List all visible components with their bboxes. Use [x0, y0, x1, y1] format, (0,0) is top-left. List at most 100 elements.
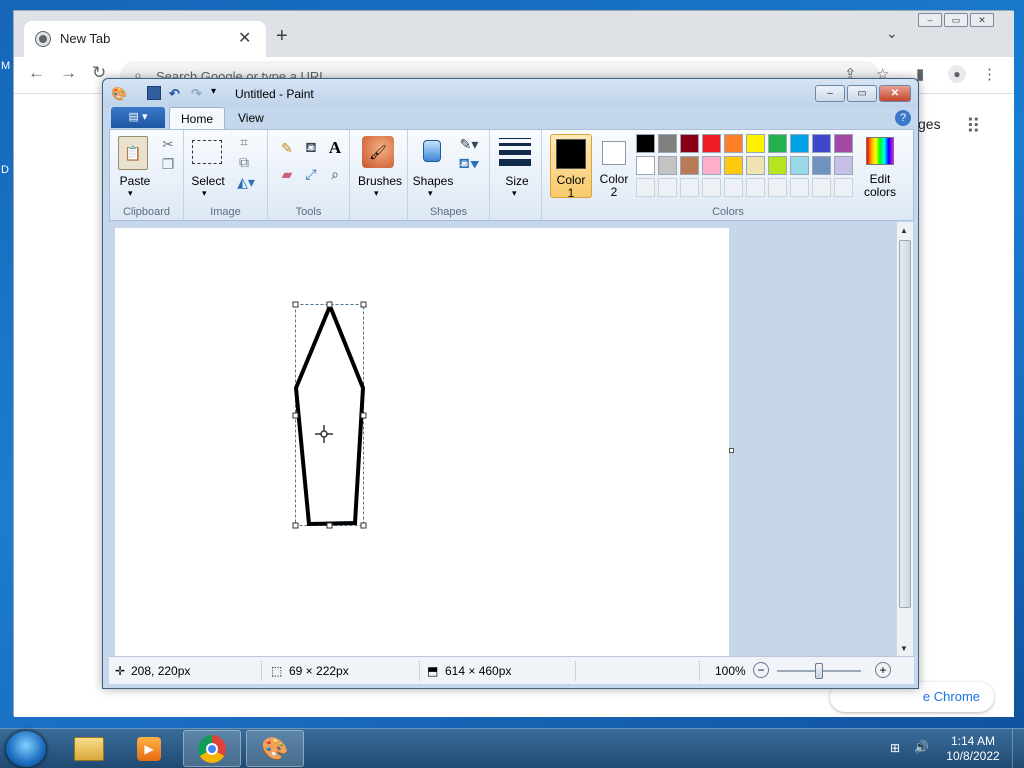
tab-home[interactable]: Home — [169, 107, 226, 129]
brushes-icon[interactable]: 🖌 — [362, 136, 394, 168]
rotate-icon[interactable]: ◭▾ — [236, 174, 256, 190]
scroll-up-icon[interactable]: ▲ — [900, 226, 908, 235]
desktop-icon-label-fragment[interactable]: M — [1, 60, 10, 72]
outline-icon[interactable]: ✎▾ — [456, 136, 482, 152]
paint-app-icon[interactable]: 🎨 — [111, 86, 127, 102]
custom-color-slot[interactable] — [658, 178, 677, 197]
crop-icon[interactable]: ⌗ — [236, 134, 252, 150]
taskbar-paint[interactable]: 🎨 — [246, 730, 304, 767]
close-button[interactable]: ✕ — [970, 13, 994, 27]
palette-swatch[interactable] — [812, 134, 831, 153]
size-label[interactable]: Size — [494, 174, 540, 188]
tab-view[interactable]: View — [227, 107, 275, 129]
paint-menu-button[interactable]: ▤ ▾ — [111, 107, 165, 128]
palette-swatch[interactable] — [790, 156, 809, 175]
custom-color-slot[interactable] — [680, 178, 699, 197]
redo-icon[interactable]: ↷ — [191, 86, 202, 102]
custom-color-slot[interactable] — [702, 178, 721, 197]
color1-selector[interactable]: Color 1 — [550, 134, 592, 200]
select-dropdown-icon[interactable]: ▾ — [202, 188, 207, 199]
resize-icon[interactable]: ⧉ — [236, 154, 252, 170]
size-icon[interactable] — [498, 138, 532, 166]
copy-icon[interactable]: ❐ — [160, 156, 176, 172]
paint-close-button[interactable]: ✕ — [879, 85, 911, 102]
close-tab-icon[interactable]: ✕ — [238, 28, 251, 48]
zoom-in-icon[interactable]: + — [875, 662, 891, 678]
color-picker-icon[interactable]: ⤢ — [300, 164, 322, 184]
size-dropdown-icon[interactable]: ▾ — [512, 188, 517, 199]
zoom-slider-thumb[interactable] — [815, 663, 823, 679]
shapes-dropdown-icon[interactable]: ▾ — [428, 188, 433, 199]
drawing-canvas[interactable] — [115, 228, 729, 656]
desktop-icon-label-fragment[interactable]: D — [1, 164, 9, 176]
palette-swatch[interactable] — [636, 134, 655, 153]
custom-color-slot[interactable] — [636, 178, 655, 197]
new-tab-button[interactable]: + — [276, 25, 288, 48]
shapes-label[interactable]: Shapes — [412, 174, 454, 188]
palette-swatch[interactable] — [680, 134, 699, 153]
scroll-thumb[interactable] — [899, 240, 911, 608]
brushes-label[interactable]: Brushes — [354, 174, 406, 188]
pencil-icon[interactable]: ✎ — [276, 138, 298, 158]
select-icon[interactable] — [192, 140, 222, 164]
forward-arrow-icon[interactable]: → — [60, 63, 77, 83]
minimize-button[interactable]: – — [918, 13, 942, 27]
palette-swatch[interactable] — [658, 134, 677, 153]
tab-new-tab[interactable]: New Tab ✕ — [24, 21, 266, 57]
palette-swatch[interactable] — [834, 134, 853, 153]
scroll-down-icon[interactable]: ▼ — [900, 644, 908, 653]
tab-search-icon[interactable]: ⌄ — [886, 25, 898, 42]
cut-icon[interactable]: ✂ — [160, 136, 176, 152]
volume-icon[interactable]: 🔊 — [914, 740, 929, 754]
palette-swatch[interactable] — [746, 134, 765, 153]
maximize-button[interactable]: ▭ — [944, 13, 968, 27]
taskbar-chrome[interactable] — [183, 730, 241, 767]
zoom-out-icon[interactable]: − — [753, 662, 769, 678]
custom-color-slot[interactable] — [834, 178, 853, 197]
save-icon[interactable] — [147, 86, 161, 100]
taskbar-media-player[interactable]: ▶ — [120, 730, 178, 767]
vertical-scrollbar[interactable]: ▲ ▼ — [896, 222, 913, 656]
palette-swatch[interactable] — [724, 156, 743, 175]
custom-color-slot[interactable] — [768, 178, 787, 197]
select-label[interactable]: Select — [188, 174, 228, 188]
network-icon[interactable]: ⊞ — [890, 741, 900, 755]
custom-color-slot[interactable] — [790, 178, 809, 197]
palette-swatch[interactable] — [724, 134, 743, 153]
menu-kebab-icon[interactable]: ⋮ — [982, 65, 997, 83]
paint-minimize-button[interactable]: – — [815, 85, 845, 102]
magnifier-icon[interactable]: ⌕ — [324, 164, 346, 184]
paste-icon[interactable]: 📋 — [118, 136, 148, 170]
palette-swatch[interactable] — [834, 156, 853, 175]
fill-icon[interactable]: ⛾▾ — [456, 155, 482, 172]
custom-color-slot[interactable] — [724, 178, 743, 197]
help-icon[interactable]: ? — [895, 110, 911, 126]
back-arrow-icon[interactable]: ← — [28, 63, 45, 83]
palette-swatch[interactable] — [790, 134, 809, 153]
undo-icon[interactable]: ↶ — [169, 86, 180, 102]
canvas-resize-handle[interactable] — [729, 448, 734, 453]
images-link[interactable]: ges — [918, 116, 941, 132]
clock[interactable]: 1:14 AM 10/8/2022 — [946, 734, 1000, 764]
text-tool-icon[interactable]: A — [324, 138, 346, 158]
palette-swatch[interactable] — [768, 156, 787, 175]
palette-swatch[interactable] — [702, 156, 721, 175]
customize-quick-access-icon[interactable]: ▾ — [211, 86, 216, 97]
paste-label[interactable]: Paste — [114, 174, 156, 188]
palette-swatch[interactable] — [680, 156, 699, 175]
start-button[interactable] — [6, 731, 46, 767]
paste-dropdown-icon[interactable]: ▾ — [128, 188, 133, 199]
palette-swatch[interactable] — [746, 156, 765, 175]
custom-color-slot[interactable] — [746, 178, 765, 197]
palette-swatch[interactable] — [636, 156, 655, 175]
edit-colors-button[interactable]: Edit colors — [858, 134, 902, 199]
palette-swatch[interactable] — [702, 134, 721, 153]
google-apps-icon[interactable]: ⠿ — [966, 114, 981, 139]
profile-avatar-icon[interactable]: ● — [948, 65, 966, 83]
shapes-icon[interactable] — [416, 136, 448, 166]
brushes-dropdown-icon[interactable]: ▾ — [374, 188, 379, 199]
custom-color-slot[interactable] — [812, 178, 831, 197]
palette-swatch[interactable] — [658, 156, 677, 175]
paint-maximize-button[interactable]: ▭ — [847, 85, 877, 102]
eraser-icon[interactable]: ▰ — [276, 164, 298, 184]
